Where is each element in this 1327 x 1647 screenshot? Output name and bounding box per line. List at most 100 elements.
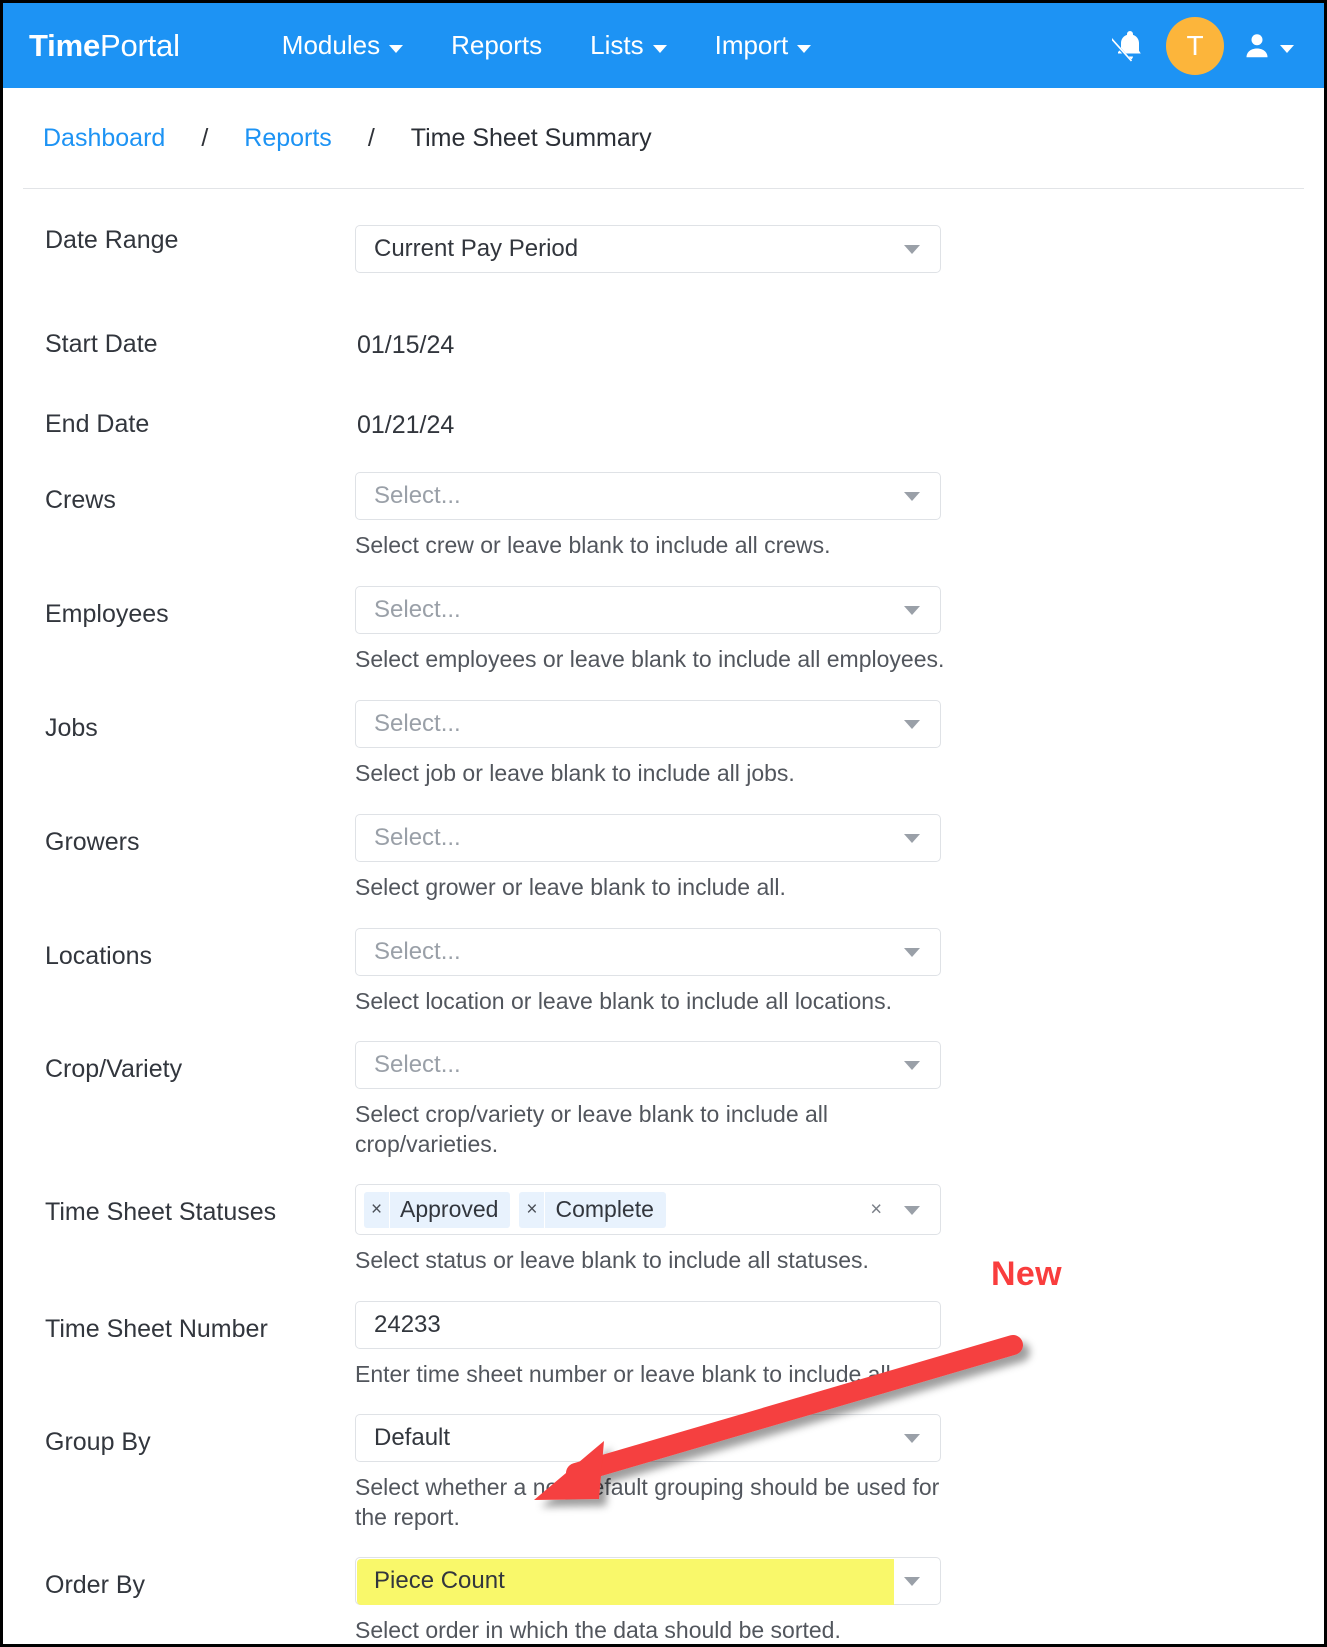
bell-slash-icon[interactable] [1112,28,1148,64]
form-row-time-sheet-statuses: Time Sheet Statuses × Approved × Complet… [3,1184,1324,1276]
chevron-down-icon [904,245,920,254]
employees-select[interactable]: Select... [355,585,941,634]
chevron-down-icon [904,1576,920,1586]
nav-item-reports[interactable]: Reports [427,24,566,67]
form-row-time-sheet-number: Time Sheet Number 24233 Enter time sheet… [3,1301,1324,1390]
nav-item-modules[interactable]: Modules [258,24,427,67]
group-by-value: Default [374,1424,451,1452]
status-tag-complete[interactable]: × Complete [519,1191,666,1228]
form-row-group-by: Group By Default Select whether a non-de… [3,1414,1324,1533]
order-by-select[interactable]: Piece Count [355,1556,941,1605]
chevron-down-icon [389,44,404,53]
chevron-down-icon [652,44,667,53]
nav-item-import-label: Import [714,30,789,60]
crews-select[interactable]: Select... [355,472,941,520]
label-order-by: Order By [45,1570,146,1599]
form-row-employees: Employees Select... Select employees or … [3,585,1324,675]
nav-item-import[interactable]: Import [691,24,836,67]
label-employees: Employees [45,599,169,628]
user-menu[interactable] [1242,30,1294,62]
locations-select[interactable]: Select... [355,927,941,976]
chevron-down-icon [797,44,812,53]
time-sheet-statuses-multiselect[interactable]: × Approved × Complete × [355,1184,941,1236]
brand-light: Portal [100,27,180,63]
growers-helper-text: Select grower or leave blank to include … [355,873,786,900]
breadcrumb-item-dashboard[interactable]: Dashboard [43,124,165,153]
label-group-by: Group By [45,1428,151,1457]
label-date-range: Date Range [45,226,179,254]
breadcrumb-item-reports[interactable]: Reports [244,124,332,153]
breadcrumb: Dashboard / Reports / Time Sheet Summary [23,88,1304,189]
status-tag-approved-label: Approved [400,1196,499,1223]
nav-menu: Modules Reports Lists Import [258,24,835,67]
date-range-value: Current Pay Period [374,235,579,262]
person-icon [1246,33,1268,57]
form-row-crop-variety: Crop/Variety Select... Select crop/varie… [3,1041,1324,1160]
form-row-locations: Locations Select... Select location or l… [3,927,1324,1017]
jobs-helper-text: Select job or leave blank to include all… [355,759,795,786]
chevron-down-icon [904,1434,920,1444]
chevron-down-icon [904,1205,920,1215]
nav-item-lists[interactable]: Lists [566,24,690,67]
chevron-down-icon [904,833,920,843]
start-date-value: 01/15/24 [357,331,455,359]
label-end-date: End Date [45,410,150,438]
chevron-down-icon [904,492,920,501]
form-row-jobs: Jobs Select... Select job or leave blank… [3,699,1324,789]
remove-tag-icon[interactable]: × [364,1191,390,1228]
form-row-date-range: Date Range Current Pay Period [3,225,1324,273]
status-tag-complete-label: Complete [555,1196,654,1223]
app-logo[interactable]: TimePortal [29,28,180,64]
label-time-sheet-statuses: Time Sheet Statuses [45,1198,277,1227]
status-tag-approved[interactable]: × Approved [364,1191,511,1228]
chevron-down-icon [1280,44,1294,53]
end-date-value: 01/21/24 [357,411,455,439]
time-sheet-number-helper-text: Enter time sheet number or leave blank t… [355,1361,898,1388]
app-window: TimePortal Modules Reports Lists Import [0,0,1327,1647]
growers-placeholder: Select... [374,823,461,851]
top-navigation-bar: TimePortal Modules Reports Lists Import [3,3,1324,88]
crop-variety-select[interactable]: Select... [355,1041,941,1090]
crop-variety-placeholder: Select... [374,1051,461,1079]
remove-tag-icon[interactable]: × [519,1191,546,1228]
time-sheet-number-value: 24233 [374,1311,441,1339]
time-sheet-number-input[interactable]: 24233 [355,1301,941,1350]
report-filter-form: Date Range Current Pay Period Start Date… [3,189,1324,1644]
growers-select[interactable]: Select... [355,813,941,862]
chevron-down-icon [904,947,920,957]
crews-helper-text: Select crew or leave blank to include al… [355,532,831,558]
nav-item-modules-label: Modules [281,30,381,60]
label-locations: Locations [45,941,153,970]
avatar[interactable]: T [1166,16,1224,75]
time-sheet-statuses-helper-text: Select status or leave blank to include … [355,1247,869,1274]
date-range-select[interactable]: Current Pay Period [355,225,941,273]
group-by-select[interactable]: Default [355,1414,941,1463]
order-by-helper-text: Select order in which the data should be… [355,1616,841,1643]
label-start-date: Start Date [45,330,158,358]
locations-placeholder: Select... [374,937,461,965]
form-row-start-date: Start Date 01/15/24 [3,329,1324,359]
breadcrumb-current-page: Time Sheet Summary [410,123,652,152]
label-crews: Crews [45,486,116,514]
group-by-helper-text: Select whether a non-default grouping sh… [355,1474,940,1530]
label-crop-variety: Crop/Variety [45,1055,183,1084]
nav-item-reports-label: Reports [451,30,543,60]
chevron-down-icon [904,719,920,729]
clear-all-icon[interactable]: × [870,1198,882,1221]
navbar-right-controls: T [1112,16,1300,75]
locations-helper-text: Select location or leave blank to includ… [355,987,892,1014]
employees-placeholder: Select... [374,595,461,623]
order-by-value: Piece Count [374,1566,505,1594]
form-row-crews: Crews Select... Select crew or leave bla… [3,472,1324,561]
crews-placeholder: Select... [374,482,461,509]
label-time-sheet-number: Time Sheet Number [45,1315,268,1344]
employees-helper-text: Select employees or leave blank to inclu… [355,645,945,672]
chevron-down-icon [904,605,920,615]
form-row-end-date: End Date 01/21/24 [3,409,1324,439]
label-jobs: Jobs [45,713,98,742]
nav-item-lists-label: Lists [590,30,644,60]
form-row-order-by: Order By Piece Count Select order in whi… [3,1556,1324,1644]
avatar-initial: T [1186,29,1204,61]
jobs-placeholder: Select... [374,709,461,737]
jobs-select[interactable]: Select... [355,699,941,748]
